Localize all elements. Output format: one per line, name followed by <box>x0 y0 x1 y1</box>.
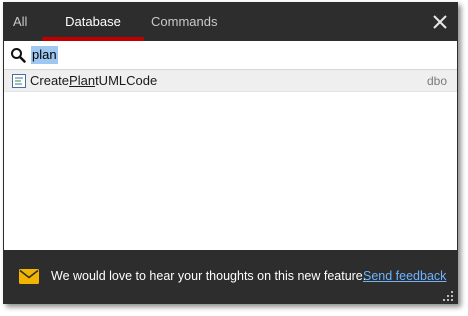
result-schema: dbo <box>426 74 447 88</box>
tab-commands[interactable]: Commands <box>151 3 217 41</box>
tab-bar: All Database Objects Commands <box>4 3 457 67</box>
feedback-message: We would love to hear your thoughts on t… <box>51 269 367 283</box>
result-name-match: Plan <box>69 73 96 88</box>
tab-commands-label: Commands <box>151 14 218 29</box>
search-bar: plan <box>4 41 457 70</box>
tab-all[interactable]: All <box>13 3 27 41</box>
tab-database-objects[interactable]: Database Objects <box>42 3 144 67</box>
resize-grip-icon[interactable] <box>442 290 454 302</box>
result-row[interactable]: CreatePlantUMLCode dbo <box>4 70 457 92</box>
search-input[interactable]: plan <box>31 46 58 64</box>
feedback-footer: We would love to hear your thoughts on t… <box>4 250 457 303</box>
search-icon <box>11 48 26 63</box>
result-name: CreatePlantUMLCode <box>30 70 157 92</box>
stored-procedure-icon <box>12 74 26 88</box>
tab-all-label: All <box>13 14 28 29</box>
result-name-suffix: tUMLCode <box>95 73 158 88</box>
mail-icon <box>19 269 39 284</box>
send-feedback-link[interactable]: Send feedback <box>363 267 446 285</box>
close-button[interactable] <box>429 11 451 33</box>
search-popup-window: All Database Objects Commands plan <box>3 2 458 304</box>
results-list: CreatePlantUMLCode dbo <box>4 70 457 250</box>
close-icon <box>433 15 447 29</box>
result-name-prefix: Create <box>30 73 70 88</box>
